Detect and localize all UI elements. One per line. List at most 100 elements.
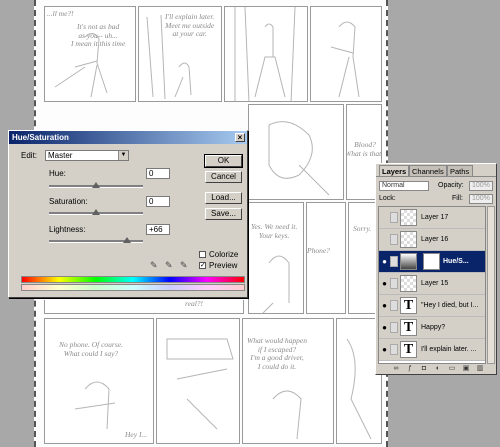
dialog-title-bar[interactable]: Hue/Saturation ×: [9, 131, 247, 144]
layer-row[interactable]: ● Layer 15: [379, 273, 485, 295]
link-slot[interactable]: [390, 278, 398, 289]
saturation-slider-track[interactable]: [49, 209, 143, 215]
layer-name: Hue/S...: [443, 258, 469, 265]
layer-row[interactable]: Layer 17: [379, 207, 485, 229]
edit-label: Edit:: [21, 151, 38, 160]
tab-paths[interactable]: Paths: [447, 165, 473, 176]
panel-caption: Phone?: [307, 246, 330, 255]
fill-input[interactable]: 100%: [469, 194, 493, 204]
blend-mode-dropdown[interactable]: Normal: [379, 181, 429, 191]
text-layer-icon: T: [400, 297, 417, 314]
eye-icon[interactable]: ●: [380, 344, 389, 355]
lightness-slider-track[interactable]: [49, 237, 143, 243]
load-button[interactable]: Load...: [205, 192, 242, 204]
link-icon[interactable]: ∞: [392, 365, 400, 373]
hue-slider-thumb[interactable]: [92, 182, 100, 188]
ok-button[interactable]: OK: [204, 154, 243, 168]
layer-row[interactable]: ● T Happy?: [379, 317, 485, 339]
comic-panel: What would happen if I escaped? I'm a go…: [242, 318, 334, 444]
comic-panel: Phone?: [306, 202, 346, 314]
opacity-input[interactable]: 100%: [469, 181, 493, 191]
edit-dropdown[interactable]: Master ▼: [45, 150, 129, 161]
trash-icon[interactable]: ▥: [476, 365, 484, 373]
eyedropper-icon[interactable]: ✎: [150, 260, 158, 271]
hue-input[interactable]: 0: [146, 168, 170, 179]
layer-row[interactable]: Layer 16: [379, 229, 485, 251]
panel-caption: Sorry.: [353, 224, 372, 233]
dialog-title: Hue/Saturation: [12, 133, 69, 142]
chevron-down-icon[interactable]: ▼: [118, 151, 128, 160]
saturation-slider-thumb[interactable]: [92, 209, 100, 215]
eye-icon[interactable]: ●: [380, 300, 389, 311]
link-slot[interactable]: [390, 344, 398, 355]
input-color-bar: [21, 276, 245, 283]
panel-caption: What would happen if I escaped? I'm a go…: [247, 336, 307, 371]
save-button[interactable]: Save...: [205, 208, 242, 220]
link-slot[interactable]: [390, 256, 398, 267]
layer-name: I'll explain later. ...: [421, 346, 477, 353]
comic-panel: I'll explain later. Meet me outside at y…: [138, 6, 222, 102]
folder-icon[interactable]: ▭: [448, 365, 456, 373]
hue-label: Hue:: [49, 169, 66, 178]
eyedropper-minus-icon[interactable]: ✎: [180, 260, 188, 271]
tab-layers[interactable]: Layers: [379, 165, 409, 176]
link-slot[interactable]: [390, 212, 398, 223]
panel-caption: real?!: [185, 300, 204, 308]
colorize-checkbox[interactable]: [199, 251, 206, 258]
comic-panel: ...ll me?! It's not as bad as you-- uh..…: [44, 6, 136, 102]
comic-panel: [156, 318, 240, 444]
link-slot[interactable]: [390, 322, 398, 333]
eye-icon[interactable]: ●: [380, 322, 389, 333]
text-layer-icon: T: [400, 319, 417, 336]
lightness-input[interactable]: +66: [146, 224, 170, 235]
layer-row-selected[interactable]: ● Hue/S...: [379, 251, 485, 273]
hue-slider-track[interactable]: [49, 182, 143, 188]
panel-caption: Hey I...: [125, 430, 148, 439]
preview-checkbox[interactable]: ✓: [199, 262, 206, 269]
panel-caption: Yes. We need it. Your keys.: [251, 222, 298, 240]
close-icon[interactable]: ×: [235, 133, 245, 142]
panel-caption: No phone. Of course. What could I say?: [59, 340, 123, 358]
layers-palette: Layers Channels Paths Normal Opacity: 10…: [375, 163, 497, 375]
layer-row[interactable]: ● T I'll explain later. ...: [379, 339, 485, 361]
layer-row[interactable]: ● T "Hey I died, but I...: [379, 295, 485, 317]
layers-scrollbar[interactable]: [487, 206, 495, 364]
visibility-toggle[interactable]: [380, 234, 389, 245]
eyedropper-plus-icon[interactable]: ✎: [165, 260, 173, 271]
new-layer-icon[interactable]: ▣: [462, 365, 470, 373]
hue-saturation-dialog: Hue/Saturation × Edit: Master ▼ Hue: 0 S…: [8, 130, 248, 298]
layer-style-icon[interactable]: ƒ: [406, 365, 414, 373]
comic-panel: [224, 6, 308, 102]
eye-icon[interactable]: ●: [380, 256, 389, 267]
layer-name: "Hey I died, but I...: [421, 302, 479, 309]
tab-channels[interactable]: Channels: [409, 165, 447, 176]
panel-caption: I'll explain later. Meet me outside at y…: [165, 12, 215, 38]
mask-icon[interactable]: ◘: [420, 365, 428, 373]
eye-icon[interactable]: ●: [380, 278, 389, 289]
visibility-toggle[interactable]: [380, 212, 389, 223]
link-slot[interactable]: [390, 300, 398, 311]
lightness-label: Lightness:: [49, 225, 86, 234]
layer-thumbnail: [400, 275, 417, 292]
adjustment-icon[interactable]: ◐: [434, 365, 442, 373]
comic-panel: Yes. We need it. Your keys.: [248, 202, 304, 314]
layer-mask-thumbnail[interactable]: [423, 253, 440, 270]
layer-name: Layer 15: [421, 280, 449, 287]
comic-panel: [248, 104, 344, 200]
opacity-label: Opacity:: [438, 182, 464, 189]
text-layer-icon: T: [400, 341, 417, 358]
output-color-bar: [21, 284, 245, 291]
link-slot[interactable]: [390, 234, 398, 245]
palette-tabs: Layers Channels Paths: [376, 164, 496, 177]
layers-list: Layer 17 Layer 16 ● Hue/S... ● Layer 15 …: [378, 206, 486, 364]
saturation-input[interactable]: 0: [146, 196, 170, 207]
comic-panel: No phone. Of course. What could I say? H…: [44, 318, 154, 444]
adjustment-layer-icon: [400, 253, 417, 270]
cancel-button[interactable]: Cancel: [205, 171, 242, 183]
comic-panel: real?!: [44, 300, 244, 314]
layer-name: Layer 16: [421, 236, 449, 243]
panel-caption: Blood? What is that?: [346, 140, 382, 158]
layer-name: Happy?: [421, 324, 446, 331]
lock-label: Lock:: [379, 195, 396, 202]
lightness-slider-thumb[interactable]: [123, 237, 132, 243]
